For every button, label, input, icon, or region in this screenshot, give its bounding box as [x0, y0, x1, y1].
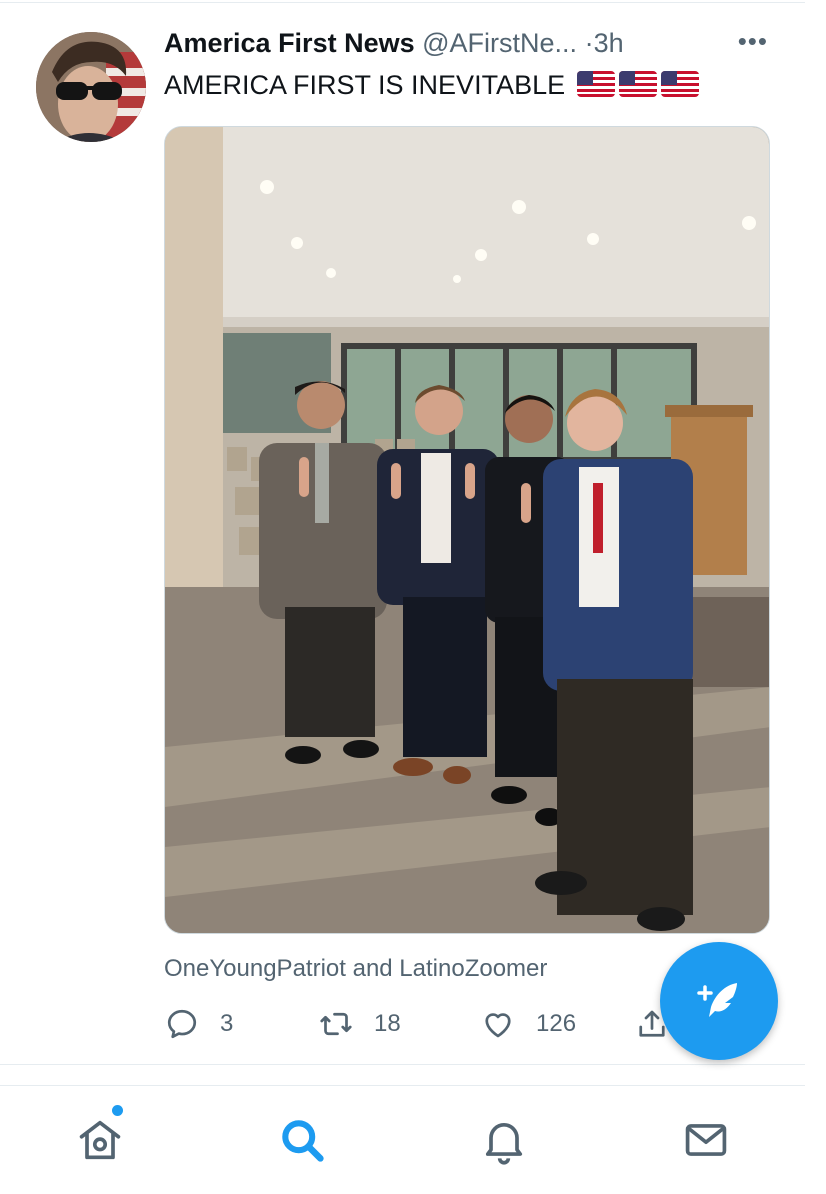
tweet-text-line: AMERICA FIRST IS INEVITABLE — [164, 70, 699, 101]
home-icon — [79, 1120, 121, 1160]
tab-home[interactable] — [74, 1114, 126, 1166]
tweet-time[interactable]: 3h — [594, 28, 624, 58]
tagged-users[interactable]: OneYoungPatriot and LatinoZoomer — [164, 955, 547, 983]
author-handle[interactable]: @AFirstNe... — [422, 28, 577, 58]
like-button[interactable]: 126 — [480, 1004, 576, 1044]
bell-icon — [485, 1123, 523, 1165]
us-flag-icon — [576, 71, 615, 97]
tweet-actions: 3 18 126 — [164, 1004, 684, 1044]
like-count: 126 — [536, 1010, 577, 1037]
tab-messages[interactable] — [680, 1114, 732, 1166]
home-notification-dot — [112, 1105, 123, 1116]
tweet-header: America First News @AFirstNe... ·3h ••• — [164, 26, 774, 64]
retweet-count: 18 — [374, 1010, 401, 1037]
mail-icon — [685, 1124, 727, 1156]
author-name[interactable]: America First News — [164, 28, 415, 58]
separator-dot: · — [584, 28, 594, 58]
retweet-icon — [320, 1012, 352, 1036]
tweet-divider — [0, 1064, 805, 1065]
author-avatar[interactable] — [36, 32, 146, 142]
tweet-text: AMERICA FIRST IS INEVITABLE — [164, 70, 566, 100]
heart-icon — [485, 1013, 511, 1038]
us-flag-icon — [618, 71, 657, 97]
photo-illustration — [165, 127, 769, 933]
tab-notifications[interactable] — [478, 1114, 530, 1166]
reply-button[interactable]: 3 — [164, 1004, 233, 1044]
search-icon — [282, 1120, 324, 1162]
tweet-photo[interactable] — [164, 126, 770, 934]
bottom-tab-bar — [0, 1086, 805, 1194]
top-divider — [0, 2, 805, 3]
reply-icon — [167, 1009, 197, 1039]
compose-tweet-icon — [697, 983, 737, 1017]
us-flag-icon — [660, 71, 699, 97]
avatar-photo — [36, 32, 146, 142]
reply-count: 3 — [220, 1010, 234, 1037]
more-horizontal-icon[interactable]: ••• — [738, 26, 768, 57]
compose-tweet-button[interactable] — [660, 942, 778, 1060]
retweet-button[interactable]: 18 — [318, 1004, 401, 1044]
tab-search[interactable] — [276, 1114, 328, 1166]
